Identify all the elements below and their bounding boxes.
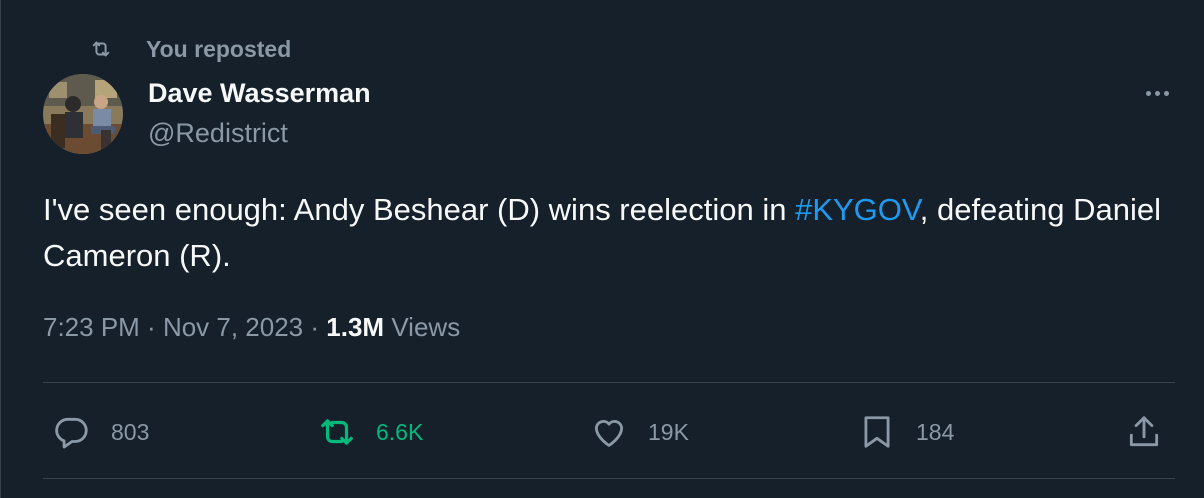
- tweet-text: I've seen enough: Andy Beshear (D) wins …: [43, 187, 1163, 279]
- meta-separator: ·: [303, 312, 327, 342]
- tweet-date[interactable]: Nov 7, 2023: [163, 312, 303, 342]
- more-icon[interactable]: [1140, 80, 1174, 106]
- bookmark-button[interactable]: 184: [858, 412, 954, 452]
- views-label: Views: [391, 312, 461, 342]
- like-count: 19K: [648, 418, 689, 445]
- tweet-time[interactable]: 7:23 PM: [43, 312, 140, 342]
- bookmark-icon: [864, 416, 890, 448]
- repost-count: 6.6K: [376, 418, 424, 445]
- left-border: [0, 0, 1, 498]
- reply-count: 803: [111, 418, 150, 445]
- share-button[interactable]: [1125, 412, 1183, 452]
- reply-icon: [55, 417, 88, 449]
- like-button[interactable]: 19K: [590, 412, 689, 452]
- reply-button[interactable]: 803: [53, 412, 149, 452]
- author-handle[interactable]: @Redistrict: [148, 118, 288, 149]
- author-name[interactable]: Dave Wasserman: [148, 78, 371, 109]
- tweet-text-before: I've seen enough: Andy Beshear (D) wins …: [43, 192, 796, 227]
- repost-context: You reposted: [90, 34, 291, 64]
- hashtag-link[interactable]: #KYGOV: [795, 192, 920, 227]
- divider: [43, 478, 1175, 479]
- bookmark-count: 184: [916, 418, 955, 445]
- avatar[interactable]: [43, 74, 123, 154]
- meta-separator: ·: [139, 312, 163, 342]
- heart-icon: [594, 420, 624, 447]
- repost-button[interactable]: 6.6K: [318, 412, 423, 452]
- repost-icon: [92, 41, 110, 57]
- divider: [43, 382, 1175, 383]
- repost-icon: [321, 419, 353, 445]
- repost-label[interactable]: You reposted: [146, 36, 291, 63]
- views-count: 1.3M: [326, 312, 385, 342]
- tweet-meta: 7:23 PM · Nov 7, 2023 · 1.3M Views: [43, 312, 460, 343]
- share-icon: [1129, 416, 1159, 447]
